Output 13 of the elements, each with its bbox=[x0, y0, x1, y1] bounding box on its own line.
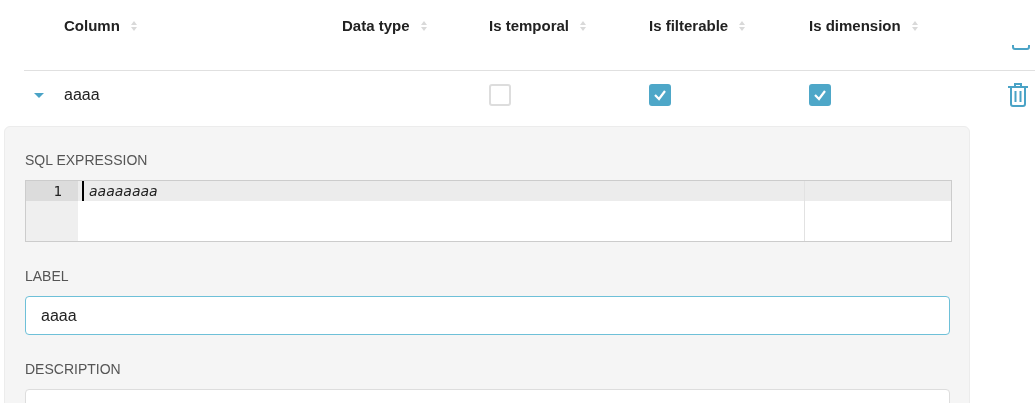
column-header: Is dimension bbox=[809, 17, 901, 34]
column-header: Is temporal bbox=[489, 17, 570, 34]
code-editor[interactable]: 1 aaaaaaaa bbox=[25, 180, 952, 242]
table-cell: aaaa bbox=[64, 85, 100, 104]
line-number: 1 bbox=[26, 181, 78, 201]
input-field[interactable]: aaaa bbox=[25, 296, 950, 335]
column-header: Is filterable bbox=[649, 17, 729, 34]
field-label: SQL EXPRESSION bbox=[25, 152, 149, 168]
column-header: Column bbox=[64, 17, 120, 34]
field-label: LABEL bbox=[25, 268, 70, 284]
code-line: aaaaaaaa bbox=[82, 181, 158, 201]
field-label: DESCRIPTION bbox=[25, 361, 122, 377]
column-header: Data type bbox=[342, 17, 410, 34]
